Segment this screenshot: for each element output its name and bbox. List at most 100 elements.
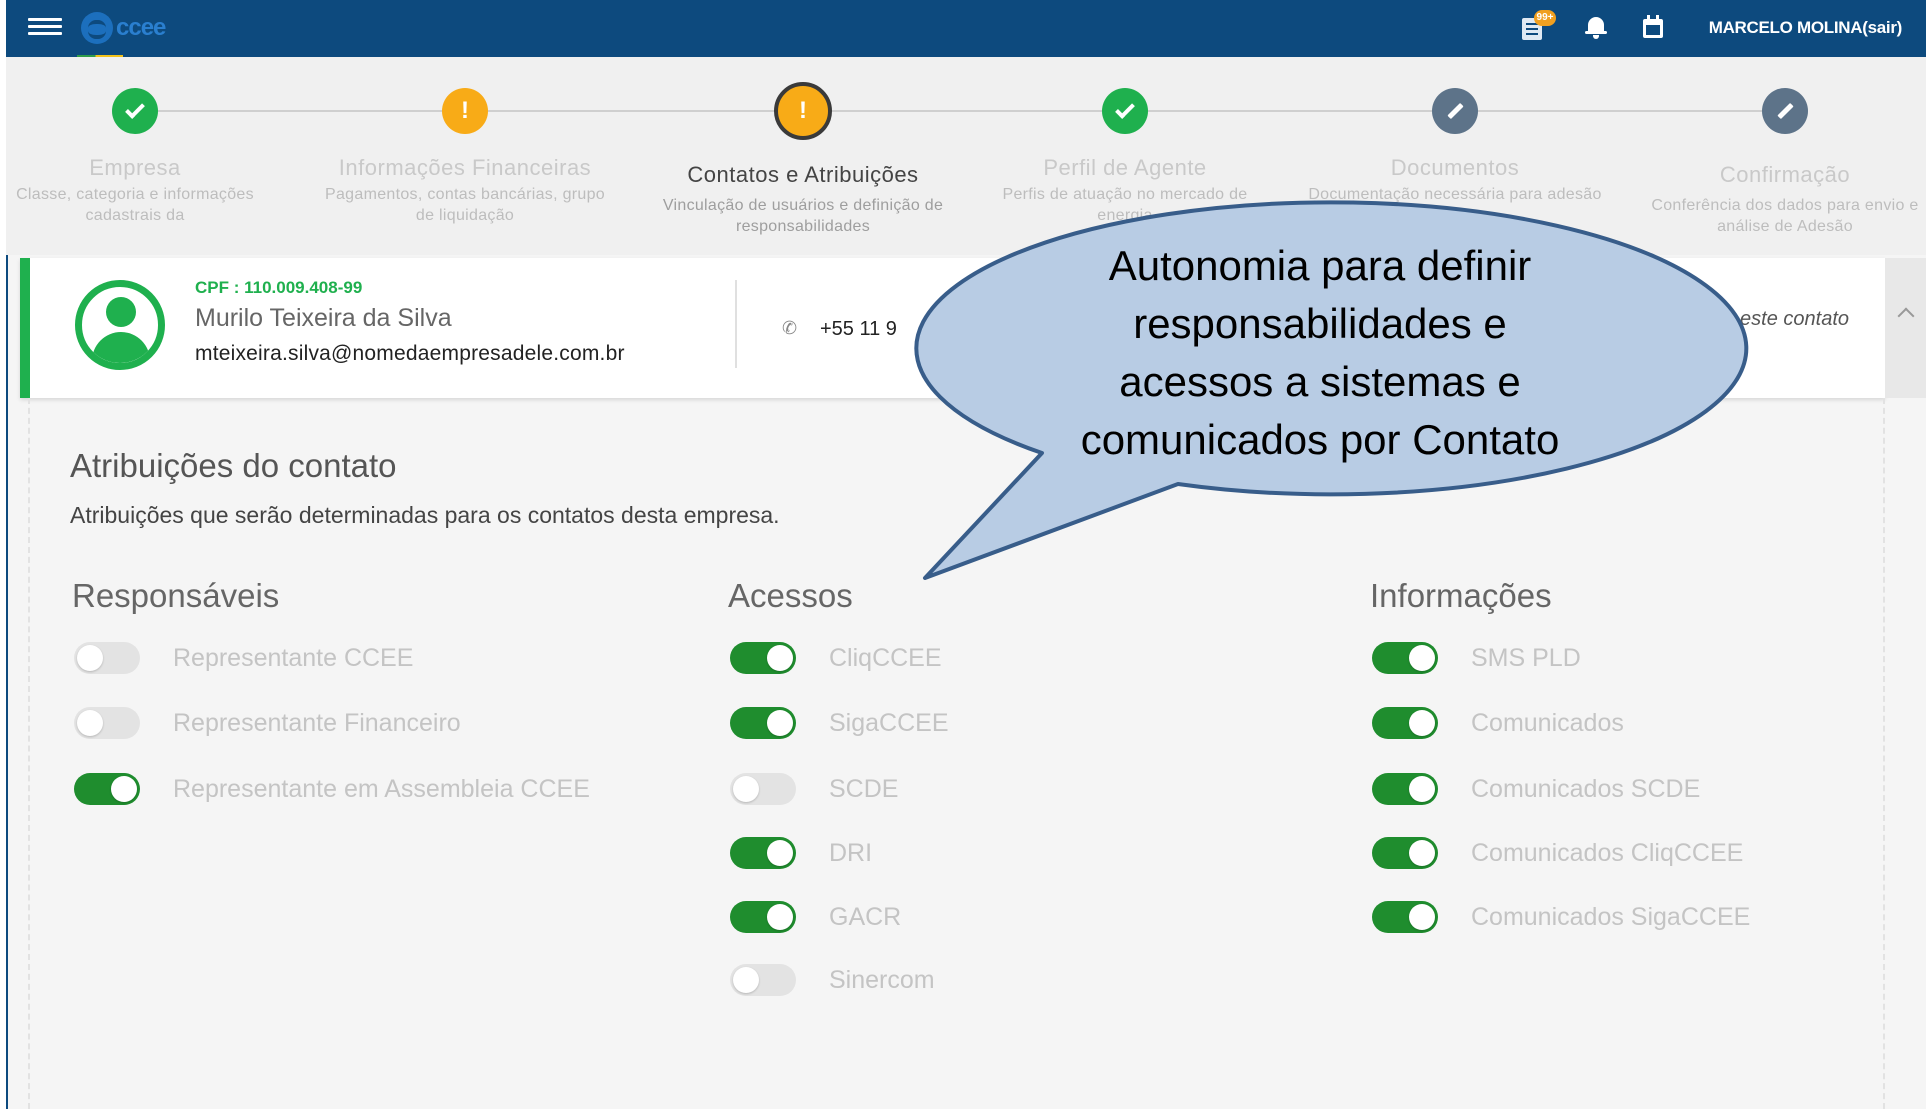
- step-title: Perfil de Agente: [1043, 155, 1207, 180]
- app-screen: ccee 99+ MARCELO MOLINA(sair) Empresa Cla…: [0, 0, 1930, 1109]
- attribution-toggle[interactable]: [74, 642, 140, 674]
- attribution-row: Representante Financeiro: [74, 703, 461, 743]
- avatar-body: [92, 332, 150, 363]
- attribution-label: Comunicados CliqCCEE: [1471, 838, 1744, 867]
- toggle-knob: [1409, 840, 1435, 866]
- toggle-knob: [767, 645, 793, 671]
- toggle-knob: [767, 840, 793, 866]
- step-3[interactable]: ! Contatos e Atribuições Vinculação de usu…: [653, 57, 953, 255]
- check-icon: [112, 88, 158, 134]
- step-description: Pagamentos, contas bancárias, grupo de l…: [325, 186, 605, 224]
- attribution-row: Sinercom: [730, 960, 935, 1000]
- attribution-label: Representante em Assembleia CCEE: [173, 774, 590, 803]
- calendar-icon[interactable]: [1637, 12, 1669, 44]
- phone-icon: ✆: [782, 318, 798, 338]
- callout-text: Autonomia para definir responsabilidades…: [975, 237, 1665, 469]
- toggle-knob: [767, 710, 793, 736]
- toggle-knob: [77, 710, 103, 736]
- notification-bell-icon[interactable]: [1580, 12, 1612, 44]
- calendar-ring: [1656, 15, 1659, 21]
- toggle-knob: [767, 904, 793, 930]
- attribution-row: Representante em Assembleia CCEE: [74, 769, 590, 809]
- attribution-label: Sinercom: [829, 965, 935, 994]
- attribution-toggle[interactable]: [1372, 837, 1438, 869]
- ccee-logo-mark-icon: [81, 12, 113, 44]
- pencil-glyph: [1776, 102, 1794, 120]
- attribution-toggle[interactable]: [74, 707, 140, 739]
- attribution-row: SCDE: [730, 769, 898, 809]
- step-title: Contatos e Atribuições: [687, 162, 919, 187]
- tasks-icon[interactable]: 99+: [1518, 10, 1556, 44]
- calendar-glyph: [1643, 19, 1663, 38]
- step-title: Empresa: [89, 155, 181, 180]
- toggle-knob: [733, 776, 759, 802]
- attributions-description: Atribuições que serão determinadas para …: [70, 502, 780, 528]
- contact-phone: +55 11 9: [820, 318, 897, 340]
- top-bar: ccee 99+ MARCELO MOLINA(sair): [6, 0, 1926, 57]
- attribution-toggle[interactable]: [1372, 773, 1438, 805]
- attribution-toggle[interactable]: [74, 773, 140, 805]
- attribution-row: Representante CCEE: [74, 638, 413, 678]
- callout-line: Autonomia para definir: [1108, 242, 1532, 289]
- attribution-toggle[interactable]: [730, 837, 796, 869]
- ccee-logo[interactable]: ccee: [81, 8, 166, 48]
- attribution-label: SigaCCEE: [829, 708, 949, 737]
- callout-line: comunicados por Contato: [1080, 416, 1560, 463]
- attribution-toggle[interactable]: [1372, 707, 1438, 739]
- attribution-label: GACR: [829, 902, 902, 931]
- user-logout-link[interactable]: MARCELO MOLINA(sair): [1709, 18, 1903, 38]
- attribution-row: SMS PLD: [1372, 638, 1581, 678]
- attribution-label: DRI: [829, 838, 873, 867]
- warning-icon: !: [774, 82, 832, 140]
- attribution-label: SCDE: [829, 774, 899, 803]
- toggle-knob: [733, 967, 759, 993]
- attribution-toggle[interactable]: [730, 707, 796, 739]
- step-5[interactable]: Documentos Documentação necessária para a…: [1305, 57, 1605, 255]
- callout-line: acessos a sistemas e: [1119, 358, 1521, 405]
- attribution-row: Comunicados SigaCCEE: [1372, 897, 1750, 937]
- attribution-toggle[interactable]: [1372, 642, 1438, 674]
- check-mark: [1115, 99, 1135, 119]
- toggle-knob: [1409, 710, 1435, 736]
- column-title: Acessos: [728, 577, 853, 614]
- tasks-badge: 99+: [1534, 10, 1556, 26]
- toggle-knob: [1409, 776, 1435, 802]
- check-mark: [125, 99, 145, 119]
- step-1[interactable]: Empresa Classe, categoria e informações c…: [0, 57, 285, 255]
- step-description: Documentação necessária para adesão: [1308, 186, 1602, 203]
- attribution-toggle[interactable]: [730, 901, 796, 933]
- attribution-label: Comunicados SigaCCEE: [1471, 902, 1751, 931]
- attribution-toggle[interactable]: [1372, 901, 1438, 933]
- step-description: Conferência dos dados para envio e análi…: [1651, 197, 1919, 235]
- attribution-row: Comunicados SCDE: [1372, 769, 1700, 809]
- edit-contact-link[interactable]: este contato: [1740, 308, 1849, 331]
- step-description: Vinculação de usuários e definição de re…: [662, 197, 944, 235]
- pencil-icon: [1762, 88, 1808, 134]
- attribution-toggle[interactable]: [730, 642, 796, 674]
- avatar-head: [106, 297, 136, 327]
- step-title: Informações Financeiras: [338, 155, 592, 180]
- attribution-label: Representante Financeiro: [173, 708, 461, 737]
- bell-clapper: [1593, 35, 1599, 39]
- attribution-label: SMS PLD: [1471, 643, 1581, 672]
- column-title: Responsáveis: [72, 577, 280, 614]
- attribution-toggle[interactable]: [730, 773, 796, 805]
- contact-name: Murilo Teixeira da Silva: [195, 304, 452, 332]
- pencil-icon: [1432, 88, 1478, 134]
- toggle-knob: [111, 776, 137, 802]
- contact-cpf: CPF : 110.009.408-99: [195, 278, 363, 297]
- step-2[interactable]: ! Informações Financeiras Pagamentos, cont…: [315, 57, 615, 255]
- attribution-label: Comunicados SCDE: [1471, 774, 1701, 803]
- attribution-row: SigaCCEE: [730, 703, 949, 743]
- calendar-ring: [1647, 15, 1650, 21]
- step-6[interactable]: Confirmação Conferência dos dados para en…: [1635, 57, 1930, 255]
- attribution-row: Comunicados: [1372, 703, 1624, 743]
- attribution-toggle[interactable]: [730, 964, 796, 996]
- bell-glyph: [1585, 17, 1607, 34]
- chevron-up-icon: [1897, 307, 1915, 325]
- step-4[interactable]: Perfil de Agente Perfis de atuação no mer…: [975, 57, 1275, 255]
- collapse-card-button[interactable]: [1885, 258, 1926, 398]
- contact-email: mteixeira.silva@nomedaempresadele.com.br: [195, 342, 625, 365]
- hamburger-menu-icon[interactable]: [28, 14, 62, 42]
- attribution-label: Representante CCEE: [173, 643, 414, 672]
